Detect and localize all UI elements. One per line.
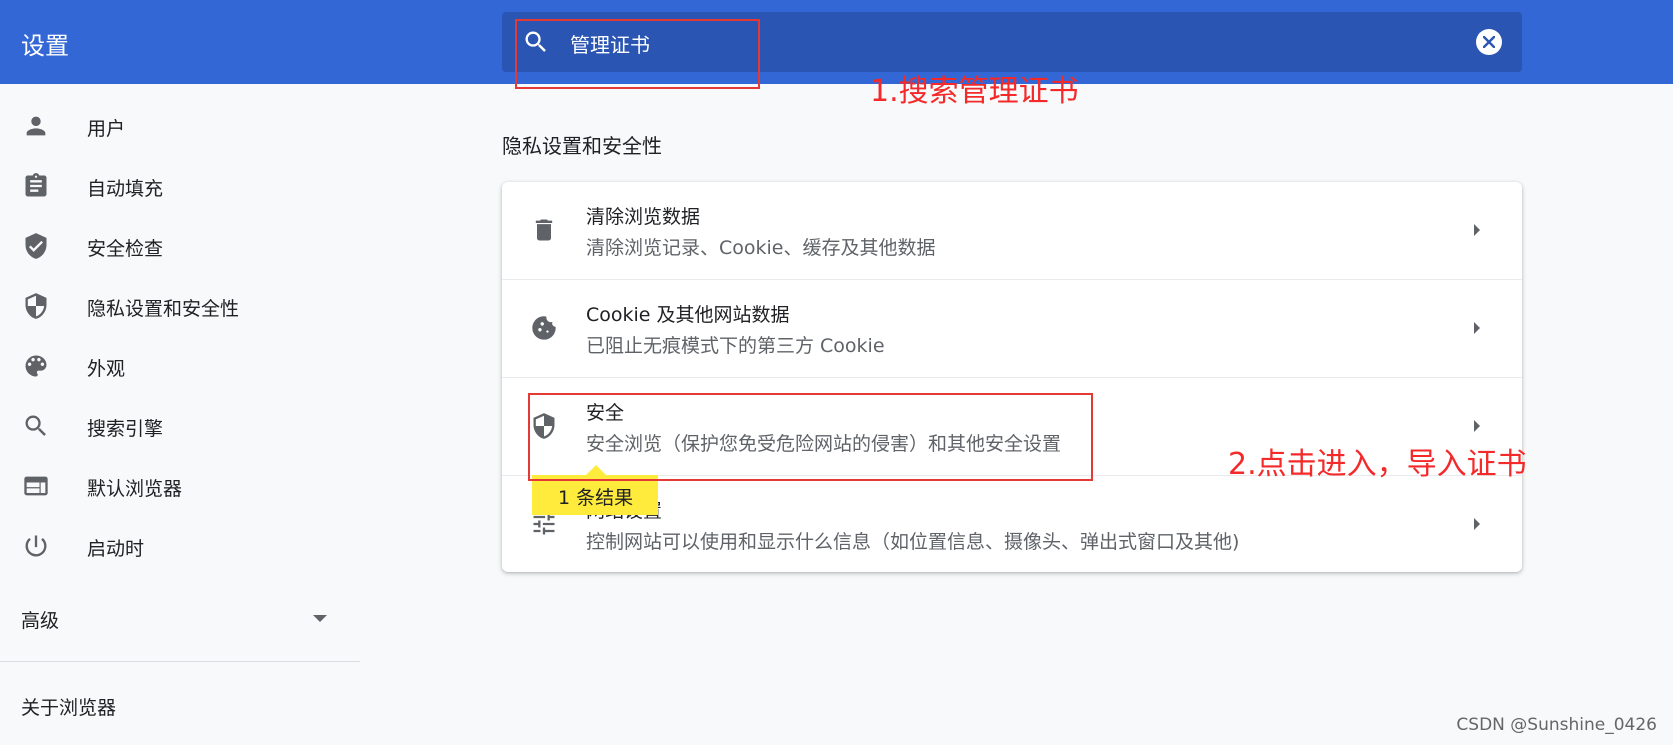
row-cookies[interactable]: Cookie 及其他网站数据 已阻止无痕模式下的第三方 Cookie: [502, 280, 1522, 377]
sidebar-divider: [0, 661, 360, 662]
shield-check-icon: [25, 233, 47, 259]
sidebar-item-label: 搜索引擎: [87, 418, 164, 440]
annotation-box-search: [515, 19, 760, 89]
sidebar-item-on-startup[interactable]: 启动时: [0, 521, 360, 571]
chevron-right-icon: [1474, 420, 1480, 432]
section-title: 隐私设置和安全性: [502, 134, 662, 158]
sidebar-item-label: 启动时: [87, 538, 145, 560]
row-subtitle: 清除浏览记录、Cookie、缓存及其他数据: [586, 237, 936, 259]
sidebar-item-default-browser[interactable]: 默认浏览器: [0, 461, 360, 511]
sidebar-item-label: 自动填充: [87, 178, 164, 200]
row-title: 清除浏览数据: [586, 206, 701, 228]
trash-icon: [535, 219, 553, 241]
clipboard-icon: [25, 173, 47, 197]
chevron-right-icon: [1474, 224, 1480, 236]
annotation-step1: 1.搜索管理证书: [870, 74, 1079, 109]
annotation-step2: 2.点击进入，导入证书: [1228, 447, 1527, 482]
sidebar-item-label: 用户: [87, 118, 126, 140]
sidebar-item-search-engine[interactable]: 搜索引擎: [0, 401, 360, 451]
watermark: CSDN @Sunshine_0426: [1456, 715, 1657, 735]
sidebar-item-user[interactable]: 用户: [0, 101, 360, 151]
sidebar-item-appearance[interactable]: 外观: [0, 341, 360, 391]
shield-half-icon: [25, 293, 47, 319]
row-subtitle: 控制网站可以使用和显示什么信息（如位置信息、摄像头、弹出式窗口及其他): [586, 531, 1240, 553]
search-icon: [25, 415, 46, 436]
browser-window-icon: [24, 476, 48, 496]
row-title: Cookie 及其他网站数据: [586, 304, 790, 326]
close-icon: [1483, 36, 1495, 48]
sidebar-item-label: 外观: [87, 358, 126, 380]
sidebar-item-label: 默认浏览器: [87, 478, 183, 500]
chevron-right-icon: [1474, 322, 1480, 334]
clear-search-button[interactable]: [1476, 29, 1502, 55]
sidebar-item-privacy[interactable]: 隐私设置和安全性: [0, 281, 360, 331]
sidebar-item-label: 安全检查: [87, 238, 164, 260]
annotation-box-security: [528, 393, 1093, 481]
search-result-tooltip: 1 条结果: [532, 475, 658, 515]
sidebar-advanced[interactable]: 高级: [21, 606, 59, 633]
sidebar: 用户 自动填充 安全检查 隐私设置和安全性 外观 搜索引擎 默认浏览器 启动时 …: [0, 84, 360, 745]
tooltip-text: 1 条结果: [558, 487, 634, 509]
power-icon: [25, 535, 47, 557]
person-icon: [26, 116, 46, 136]
palette-icon: [25, 355, 47, 377]
chevron-down-icon[interactable]: [313, 615, 327, 622]
sidebar-item-safety-check[interactable]: 安全检查: [0, 221, 360, 271]
top-bar: 设置 管理证书: [0, 0, 1673, 84]
sidebar-item-autofill[interactable]: 自动填充: [0, 161, 360, 211]
row-clear-browsing-data[interactable]: 清除浏览数据 清除浏览记录、Cookie、缓存及其他数据: [502, 182, 1522, 279]
sidebar-item-label: 隐私设置和安全性: [87, 298, 240, 320]
row-subtitle: 已阻止无痕模式下的第三方 Cookie: [586, 335, 885, 357]
app-title: 设置: [21, 32, 69, 60]
cookie-icon: [532, 316, 556, 340]
chevron-right-icon: [1474, 518, 1480, 530]
sidebar-about[interactable]: 关于浏览器: [21, 693, 116, 720]
